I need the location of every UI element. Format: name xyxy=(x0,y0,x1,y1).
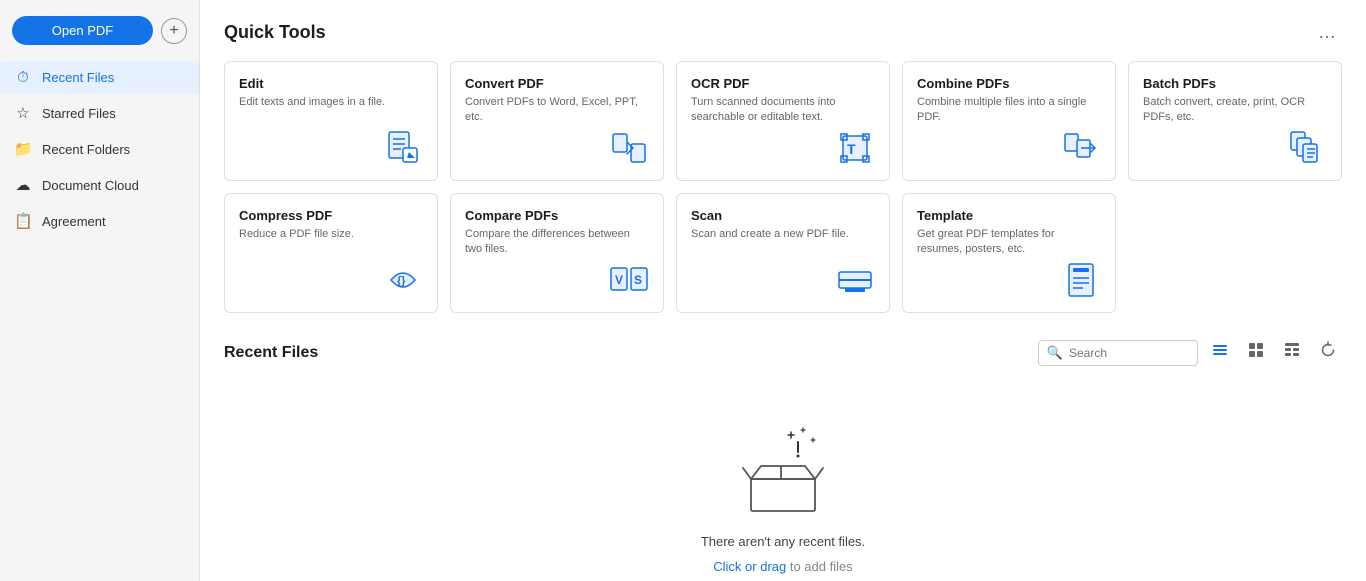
search-icon: 🔍 xyxy=(1047,345,1063,361)
add-files-link[interactable]: Click or drag xyxy=(713,559,786,574)
recent-controls: 🔍 xyxy=(1038,337,1342,368)
sidebar-item-label: Starred Files xyxy=(42,106,116,121)
tool-icon-batch-pdfs xyxy=(1285,126,1329,170)
svg-text:V: V xyxy=(615,273,623,287)
svg-text:{}: {} xyxy=(397,275,406,287)
tool-card-convert-pdf[interactable]: Convert PDF Convert PDFs to Word, Excel,… xyxy=(450,61,664,181)
recent-files-title: Recent Files xyxy=(224,344,318,362)
tool-icon-scan xyxy=(833,258,877,302)
tool-title-edit: Edit xyxy=(239,76,423,91)
empty-box-illustration xyxy=(723,424,843,524)
table-view-button[interactable] xyxy=(1278,337,1306,368)
tool-title-template: Template xyxy=(917,208,1101,223)
sidebar-item-recent-files[interactable]: ⏱ Recent Files xyxy=(0,61,199,94)
tool-icon-compare-pdfs: VS xyxy=(607,258,651,302)
tool-card-compare-pdfs[interactable]: Compare PDFs Compare the differences bet… xyxy=(450,193,664,313)
quick-tools-header: Quick Tools … xyxy=(224,20,1342,45)
refresh-button[interactable] xyxy=(1314,337,1342,368)
tool-title-ocr-pdf: OCR PDF xyxy=(691,76,875,91)
tool-card-ocr-pdf[interactable]: OCR PDF Turn scanned documents into sear… xyxy=(676,61,890,181)
tool-title-combine-pdfs: Combine PDFs xyxy=(917,76,1101,91)
recent-files-header: Recent Files 🔍 xyxy=(224,337,1342,368)
svg-text:T: T xyxy=(847,141,856,157)
more-button[interactable]: … xyxy=(1312,20,1342,45)
sidebar-item-label: Agreement xyxy=(42,214,106,229)
main-content: Quick Tools … Edit Edit texts and images… xyxy=(200,0,1366,581)
sidebar-item-label: Document Cloud xyxy=(42,178,139,193)
empty-state: There aren't any recent files. Click or … xyxy=(224,384,1342,581)
empty-state-text: There aren't any recent files. xyxy=(701,534,865,549)
search-box: 🔍 xyxy=(1038,340,1198,366)
tool-card-combine-pdfs[interactable]: Combine PDFs Combine multiple files into… xyxy=(902,61,1116,181)
tool-card-batch-pdfs[interactable]: Batch PDFs Batch convert, create, print,… xyxy=(1128,61,1342,181)
tool-icon-compress-pdf: {} xyxy=(381,258,425,302)
tool-title-convert-pdf: Convert PDF xyxy=(465,76,649,91)
sidebar: Open PDF + ⏱ Recent Files ☆ Starred Files 📁 R… xyxy=(0,0,200,581)
sidebar-item-label: Recent Folders xyxy=(42,142,130,157)
tool-card-edit[interactable]: Edit Edit texts and images in a file. xyxy=(224,61,438,181)
recent-folders-icon: 📁 xyxy=(14,140,32,158)
tool-title-compress-pdf: Compress PDF xyxy=(239,208,423,223)
add-button[interactable]: + xyxy=(161,18,187,44)
empty-state-link: Click or drag to add files xyxy=(713,559,852,574)
grid-view-button[interactable] xyxy=(1242,337,1270,368)
document-cloud-icon: ☁ xyxy=(14,176,32,194)
tool-icon-convert-pdf xyxy=(607,126,651,170)
sidebar-item-recent-folders[interactable]: 📁 Recent Folders xyxy=(0,132,199,166)
tool-card-compress-pdf[interactable]: Compress PDF Reduce a PDF file size. {} xyxy=(224,193,438,313)
tool-icon-combine-pdfs xyxy=(1059,126,1103,170)
sidebar-nav: ⏱ Recent Files ☆ Starred Files 📁 Recent Folde… xyxy=(0,57,199,242)
tool-icon-template xyxy=(1059,258,1103,302)
open-pdf-button[interactable]: Open PDF xyxy=(12,16,153,45)
recent-files-icon: ⏱ xyxy=(14,69,32,86)
tool-title-batch-pdfs: Batch PDFs xyxy=(1143,76,1327,91)
agreement-icon: 📋 xyxy=(14,212,32,230)
svg-text:S: S xyxy=(634,273,642,287)
tool-title-scan: Scan xyxy=(691,208,875,223)
tool-card-template[interactable]: Template Get great PDF templates for res… xyxy=(902,193,1116,313)
sidebar-item-agreement[interactable]: 📋 Agreement xyxy=(0,204,199,238)
quick-tools-title: Quick Tools xyxy=(224,22,326,43)
list-view-button[interactable] xyxy=(1206,337,1234,368)
tool-icon-edit xyxy=(381,126,425,170)
tool-card-scan[interactable]: Scan Scan and create a new PDF file. xyxy=(676,193,890,313)
sidebar-top: Open PDF + xyxy=(0,8,199,57)
search-input[interactable] xyxy=(1069,346,1189,360)
tool-title-compare-pdfs: Compare PDFs xyxy=(465,208,649,223)
sidebar-item-starred-files[interactable]: ☆ Starred Files xyxy=(0,96,199,130)
starred-files-icon: ☆ xyxy=(14,104,32,122)
tool-icon-ocr-pdf: T xyxy=(833,126,877,170)
tools-grid: Edit Edit texts and images in a file. Co… xyxy=(224,61,1342,313)
sidebar-item-label: Recent Files xyxy=(42,70,114,85)
sidebar-item-document-cloud[interactable]: ☁ Document Cloud xyxy=(0,168,199,202)
